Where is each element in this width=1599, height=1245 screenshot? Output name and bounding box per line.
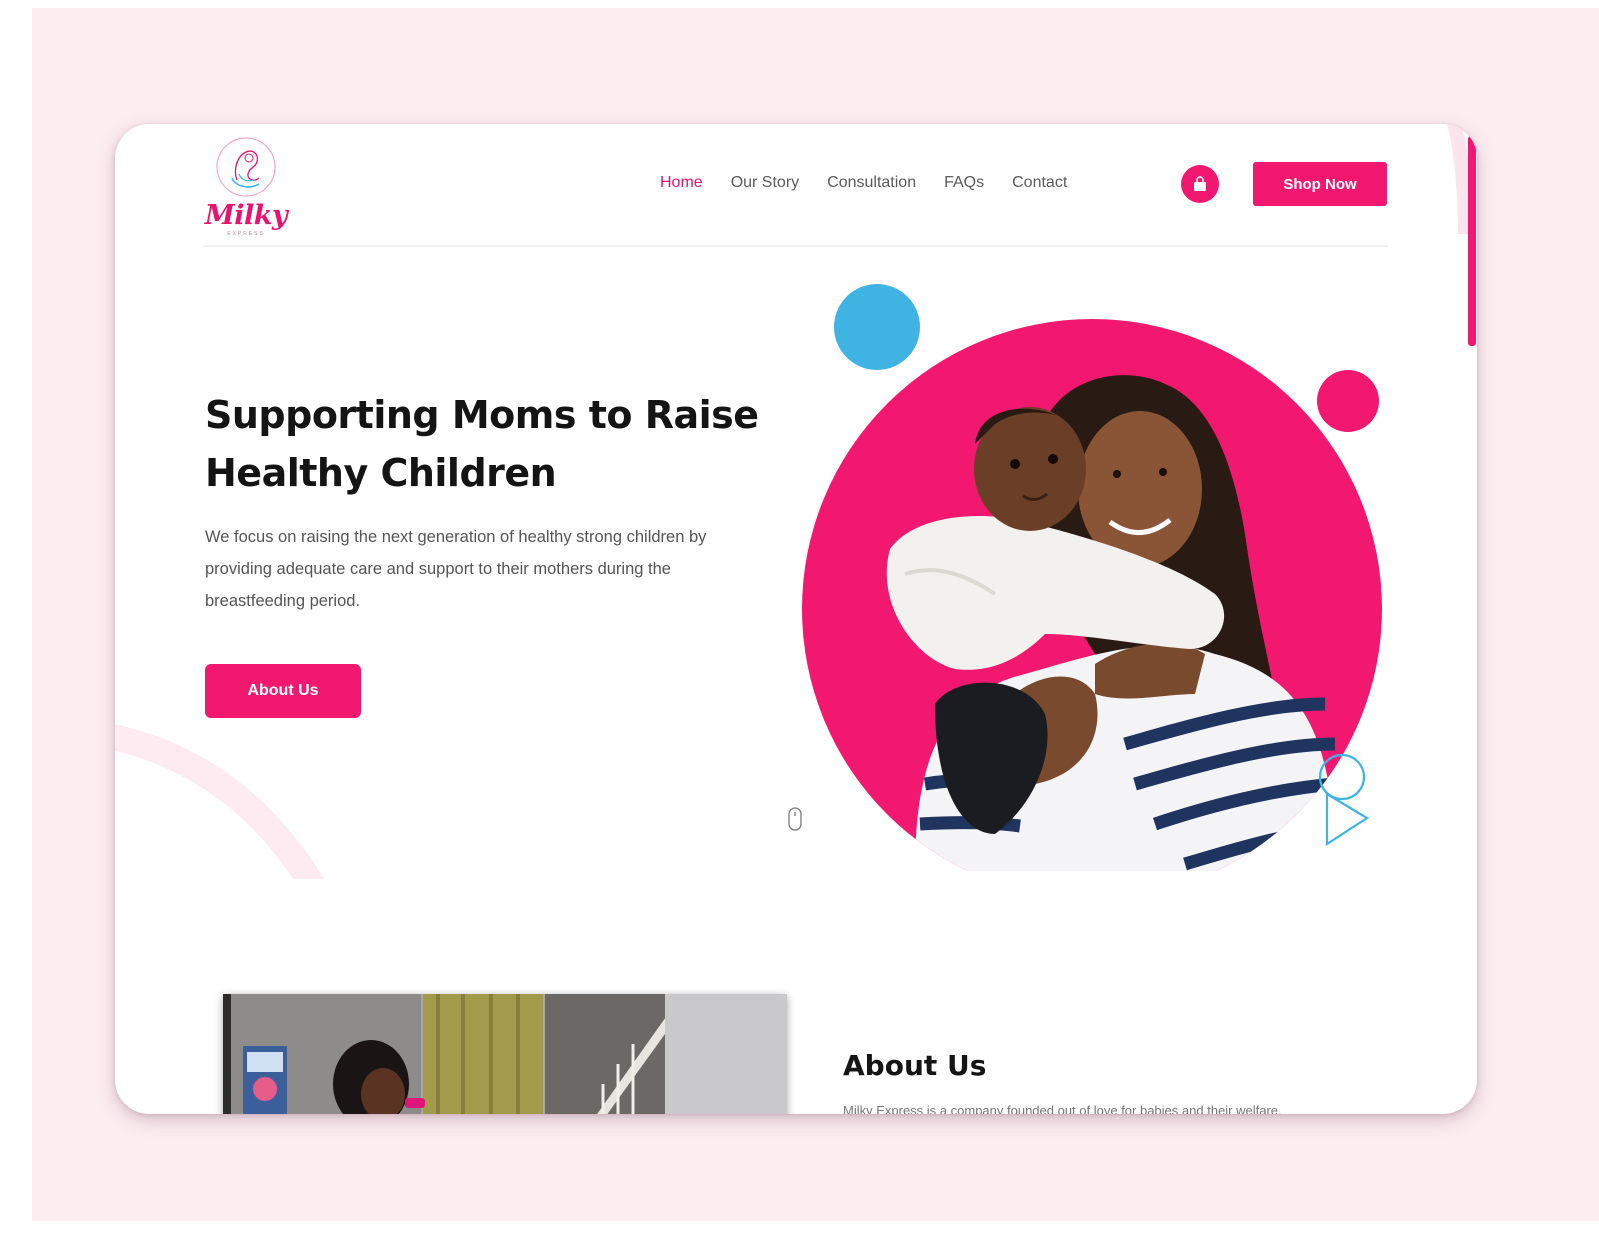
hero-illustration	[802, 284, 1382, 871]
corner-curve-decoration	[1447, 124, 1472, 235]
about-us-button[interactable]: About Us	[205, 664, 361, 718]
brand-tagline: EXPRESS	[227, 231, 265, 237]
nav-item-contact[interactable]: Contact	[1012, 174, 1067, 192]
nav-item-consultation[interactable]: Consultation	[827, 174, 916, 192]
shop-now-button[interactable]: Shop Now	[1253, 162, 1387, 206]
arc-decoration	[115, 724, 325, 879]
about-us-photo	[223, 994, 787, 1114]
cart-button[interactable]	[1181, 165, 1219, 203]
website-frame: Milky EXPRESS Home Our Story Consultatio…	[115, 124, 1477, 1114]
about-us-heading: About Us	[843, 1049, 987, 1082]
blue-bubble-decoration	[834, 284, 920, 370]
main-nav: Home Our Story Consultation FAQs Contact	[660, 174, 1067, 192]
pink-bubble-decoration	[1317, 370, 1379, 432]
brand-name: Milky	[204, 200, 288, 231]
hero-title: Supporting Moms to Raise Healthy Childre…	[205, 393, 759, 495]
nav-item-faqs[interactable]: FAQs	[944, 174, 984, 192]
shopping-bag-icon	[1194, 176, 1206, 191]
nav-item-our-story[interactable]: Our Story	[731, 174, 799, 192]
brand-logo[interactable]: Milky EXPRESS	[203, 134, 289, 237]
nav-item-home[interactable]: Home	[660, 174, 703, 192]
play-triangle-decoration	[1325, 792, 1370, 847]
mother-baby-logo-icon	[216, 137, 276, 197]
about-us-text: Milky Express is a company founded out o…	[843, 1103, 1282, 1114]
header-divider	[203, 245, 1388, 247]
hero-description: We focus on raising the next generation …	[205, 528, 707, 610]
scrollbar-thumb[interactable]	[1468, 136, 1476, 346]
